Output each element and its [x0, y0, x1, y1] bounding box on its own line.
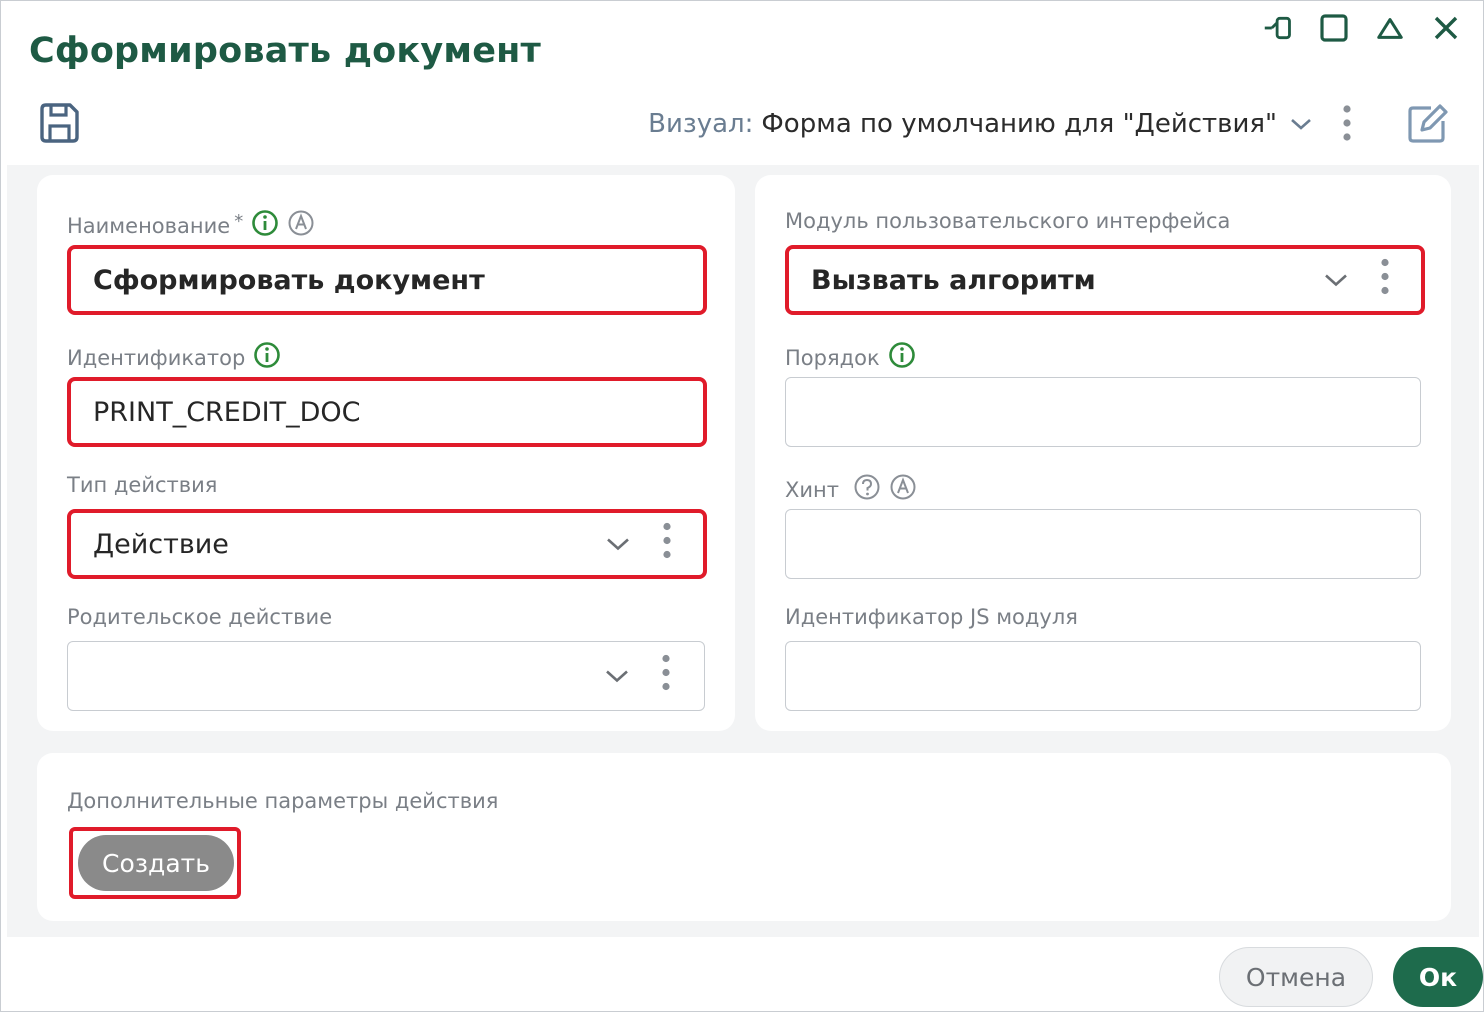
- window-controls: [1263, 11, 1461, 45]
- ok-button[interactable]: Ок: [1393, 947, 1483, 1007]
- identifier-value: PRINT_CREDIT_DOC: [93, 396, 361, 428]
- ui-module-select[interactable]: Вызвать алгоритм: [785, 245, 1425, 315]
- action-type-label: Тип действия: [67, 473, 218, 497]
- js-module-label: Идентификатор JS модуля: [785, 605, 1078, 629]
- more-vertical-icon[interactable]: [660, 653, 672, 700]
- hint-label: Хинт: [785, 477, 839, 502]
- more-vertical-icon[interactable]: [1335, 103, 1359, 143]
- js-module-label-row: Идентификатор JS модуля: [785, 605, 1078, 629]
- name-label-row: Наименование *: [67, 209, 315, 242]
- action-type-select[interactable]: Действие: [67, 509, 707, 579]
- name-value: Сформировать документ: [93, 264, 485, 296]
- chevron-down-icon[interactable]: [1323, 265, 1349, 296]
- visual-label: Визуал:: [648, 109, 754, 139]
- info-icon[interactable]: [251, 209, 279, 242]
- more-vertical-icon[interactable]: [661, 521, 673, 568]
- restore-down-icon[interactable]: [1263, 11, 1293, 45]
- auto-icon[interactable]: [287, 209, 315, 242]
- auto-icon[interactable]: [889, 473, 917, 506]
- identifier-label-row: Идентификатор: [67, 341, 281, 374]
- hint-field[interactable]: [785, 509, 1421, 579]
- extra-params-label: Дополнительные параметры действия: [67, 789, 499, 813]
- identifier-label: Идентификатор: [67, 345, 246, 370]
- chevron-down-icon: [1289, 109, 1313, 139]
- identifier-field[interactable]: PRINT_CREDIT_DOC: [67, 377, 707, 447]
- ui-module-value: Вызвать алгоритм: [811, 264, 1096, 296]
- action-type-value: Действие: [93, 528, 229, 560]
- visual-selector[interactable]: Визуал: Форма по умолчанию для "Действия…: [648, 109, 1313, 139]
- hint-label-row: Хинт: [785, 473, 917, 506]
- parent-action-label: Родительское действие: [67, 605, 333, 629]
- info-icon[interactable]: [253, 341, 281, 374]
- collapse-icon[interactable]: [1375, 11, 1405, 45]
- js-module-field[interactable]: [785, 641, 1421, 711]
- ui-module-label-row: Модуль пользовательского интерфейса: [785, 209, 1230, 233]
- ui-module-label: Модуль пользовательского интерфейса: [785, 209, 1231, 233]
- chevron-down-icon[interactable]: [604, 661, 630, 692]
- visual-value: Форма по умолчанию для "Действия": [761, 109, 1277, 139]
- dialog-window: Сформировать документ Визуал: Форма по у…: [0, 0, 1484, 1012]
- action-type-label-row: Тип действия: [67, 473, 217, 497]
- parent-action-label-row: Родительское действие: [67, 605, 332, 629]
- required-mark: *: [234, 211, 244, 232]
- order-label: Порядок: [785, 345, 880, 370]
- create-button[interactable]: Создать: [78, 835, 234, 891]
- name-field[interactable]: Сформировать документ: [67, 245, 707, 315]
- dialog-title: Сформировать документ: [29, 31, 542, 71]
- create-button-highlight: Создать: [69, 827, 241, 899]
- close-icon[interactable]: [1431, 11, 1461, 45]
- name-label: Наименование: [67, 213, 231, 238]
- edit-icon[interactable]: [1405, 101, 1449, 145]
- chevron-down-icon[interactable]: [605, 529, 631, 560]
- more-vertical-icon[interactable]: [1379, 257, 1391, 304]
- order-label-row: Порядок: [785, 341, 916, 374]
- toolbar: Визуал: Форма по умолчанию для "Действия…: [1, 87, 1483, 165]
- extra-params-label-row: Дополнительные параметры действия: [67, 789, 498, 813]
- save-icon[interactable]: [37, 101, 81, 145]
- help-icon[interactable]: [853, 473, 881, 506]
- right-card: Модуль пользовательского интерфейса Вызв…: [755, 175, 1451, 731]
- maximize-icon[interactable]: [1319, 11, 1349, 45]
- form-content: Наименование * Сформировать документ Иде…: [7, 165, 1479, 937]
- parent-action-select[interactable]: [67, 641, 705, 711]
- order-field[interactable]: [785, 377, 1421, 447]
- extra-params-card: Дополнительные параметры действия Создат…: [37, 753, 1451, 921]
- info-icon[interactable]: [888, 341, 916, 374]
- left-card: Наименование * Сформировать документ Иде…: [37, 175, 735, 731]
- cancel-button[interactable]: Отмена: [1219, 947, 1373, 1007]
